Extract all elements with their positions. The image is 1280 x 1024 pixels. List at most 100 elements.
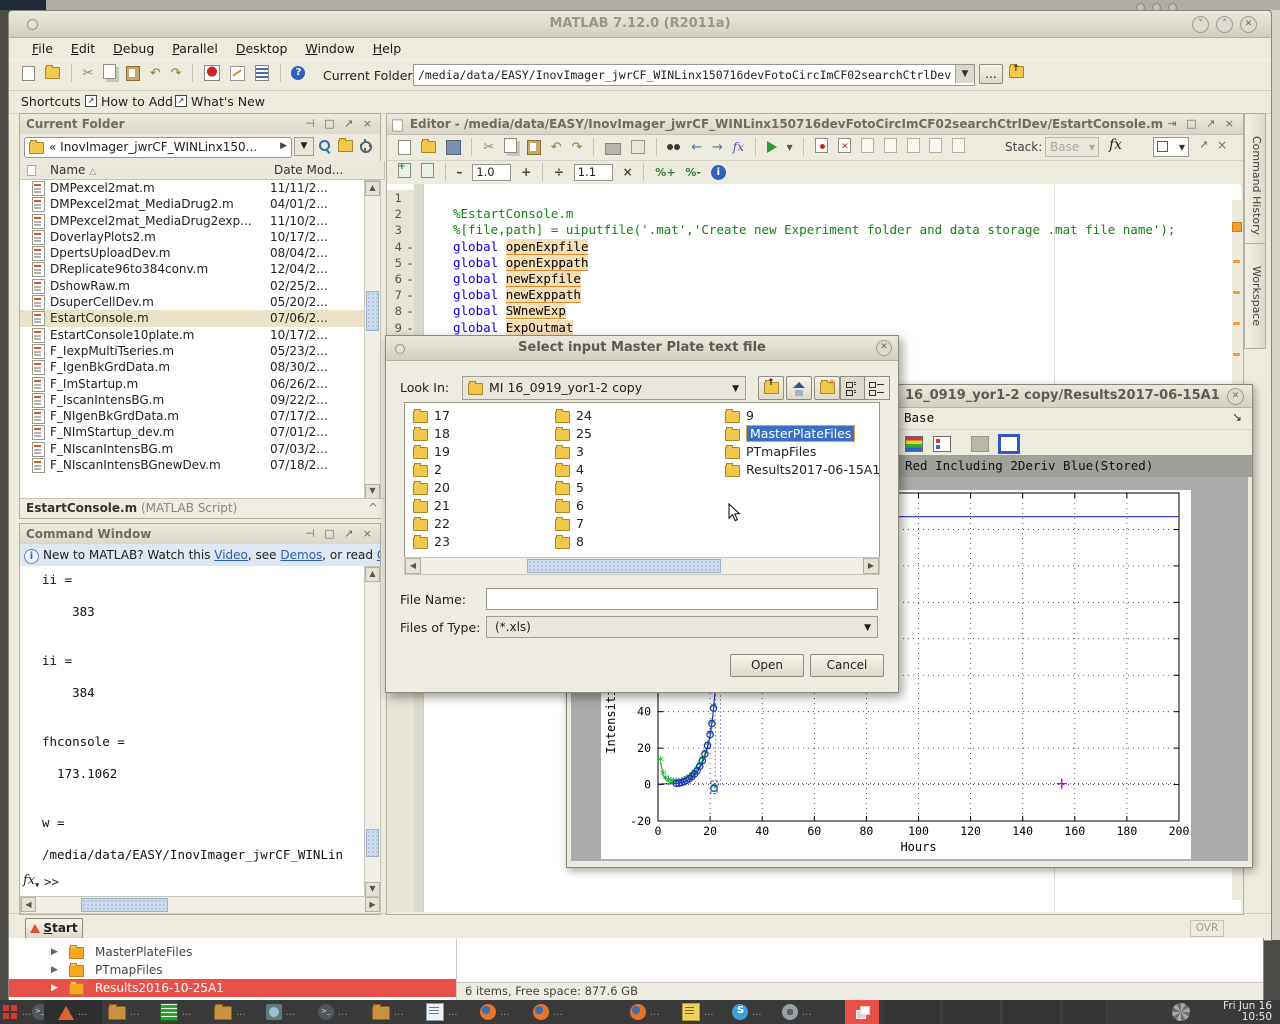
file-row[interactable]: DshowRaw.m02/25/2... <box>20 278 364 294</box>
dialog-folder-item[interactable]: 4 <box>555 461 715 479</box>
multiply-icon[interactable]: × <box>623 165 633 179</box>
figure-menu-arrow-icon[interactable]: ↘ <box>1232 410 1242 424</box>
taskbar-item-folder[interactable]: ... <box>108 1000 140 1024</box>
cut-icon[interactable]: ✂ <box>483 140 494 155</box>
dialog-folder-item[interactable]: PTmapFiles <box>725 443 880 461</box>
run-icon[interactable] <box>767 141 777 153</box>
file-row[interactable]: DoverlayPlots2.m10/17/2... <box>20 229 364 245</box>
menu-desktop[interactable]: Desktop <box>227 38 297 59</box>
minimize-button[interactable]: ˅ <box>1192 16 1209 33</box>
insert-cell-divider-icon[interactable] <box>421 163 434 181</box>
dialog-folder-item[interactable]: 9 <box>725 407 880 425</box>
tab-workspace[interactable]: Workspace <box>1244 243 1266 349</box>
expander-icon[interactable]: ▶ <box>51 979 58 997</box>
close-panel-icon[interactable]: × <box>363 117 375 130</box>
start-button[interactable]: Start <box>25 918 83 939</box>
dialog-folder-item[interactable]: 18 <box>413 425 543 443</box>
dialog-folder-item[interactable]: 25 <box>555 425 715 443</box>
taskbar-item-folder[interactable]: ... <box>214 1000 246 1024</box>
undo-icon[interactable]: ↶ <box>150 66 161 81</box>
new-folder-button[interactable]: * <box>814 376 840 400</box>
file-row[interactable]: DMPexcel2mat_MediaDrug2.m04/01/2... <box>20 196 364 212</box>
divide-value-field[interactable]: 1.1 <box>574 164 613 181</box>
colormap-icon[interactable] <box>905 436 923 452</box>
save-icon[interactable] <box>446 140 461 155</box>
dialog-folder-list[interactable]: 171819220212223 2425345678 9MasterPlateF… <box>404 402 880 558</box>
copy-icon[interactable] <box>504 138 517 156</box>
up-folder-icon[interactable] <box>338 140 353 155</box>
home-button[interactable] <box>786 376 812 400</box>
taskbar-item-text-doc[interactable]: ... <box>682 1000 714 1024</box>
colorbar-icon[interactable] <box>998 434 1020 454</box>
restore-icon[interactable]: □ <box>324 527 337 540</box>
line-number[interactable]: 9- <box>387 320 414 336</box>
dialog-folder-item[interactable]: 24 <box>555 407 715 425</box>
dialog-folder-item[interactable]: 2 <box>413 461 543 479</box>
undock-icon[interactable]: ↗ <box>344 527 356 540</box>
step-in-icon[interactable] <box>884 138 897 156</box>
split-screen-selector[interactable]: ▼ <box>1153 137 1189 157</box>
guide-icon[interactable] <box>230 66 245 81</box>
line-number[interactable]: 1 <box>387 190 414 206</box>
cell-info-icon[interactable]: i <box>711 165 726 180</box>
command-window-header[interactable]: Command Window ⊣ □ ↗ × <box>20 524 380 545</box>
detail-collapse-icon[interactable]: ^ <box>368 499 378 518</box>
taskbar-item-windows-red[interactable] <box>845 1000 879 1024</box>
file-row[interactable]: F_ImStartup.m06/26/2... <box>20 376 364 392</box>
tree-row[interactable]: ▶PTmapFiles <box>9 961 456 979</box>
undo-icon[interactable]: ↶ <box>551 140 562 155</box>
help-icon[interactable]: ? <box>291 66 305 80</box>
zoom-value-field[interactable]: 1.0 <box>472 164 511 181</box>
legend-icon[interactable] <box>933 436 951 452</box>
cf-vscrollbar[interactable]: ▲ ▼ <box>364 180 381 500</box>
browse-folder-button[interactable]: ... <box>979 64 1003 84</box>
code-area[interactable]: %EstartConsole.m%[file,path] = uiputfile… <box>453 190 1175 336</box>
file-row[interactable]: F_NIscanIntensBG.m07/03/2... <box>20 441 364 457</box>
taskbar-item-terminal[interactable]: ... <box>318 1000 348 1024</box>
dock-icon[interactable]: ⊣ <box>305 527 318 540</box>
back-icon[interactable]: ← <box>691 140 702 155</box>
file-row[interactable]: DpertsUploadDev.m08/04/2... <box>20 245 364 261</box>
file-row[interactable]: EstartConsole10plate.m10/17/2... <box>20 327 364 343</box>
dock-icon[interactable]: ⇥ <box>1167 117 1179 130</box>
grid-view-button[interactable] <box>840 376 865 400</box>
redo-icon[interactable]: ↷ <box>571 140 582 155</box>
fx-indicator[interactable]: fx▾ <box>23 873 39 890</box>
close-panel-icon[interactable]: × <box>363 527 375 540</box>
taskbar-item-blue-s[interactable]: ... <box>732 1000 762 1024</box>
taskbar-item-folder[interactable]: ... <box>372 1000 404 1024</box>
dialog-folder-item[interactable]: 6 <box>555 497 715 515</box>
cw-vscrollbar[interactable]: ▲ ▼ <box>364 566 381 898</box>
file-row[interactable]: F_IgenBkGrdData.m08/30/2... <box>20 359 364 375</box>
cf-detail-bar[interactable]: EstartConsole.m (MATLAB Script) ^ <box>20 498 386 518</box>
file-name-input[interactable] <box>486 588 878 610</box>
profiler-icon[interactable] <box>255 65 269 81</box>
taskbar-item-photos[interactable]: ... <box>266 1000 296 1024</box>
taskbar-item-firefox[interactable]: ... <box>480 1000 510 1024</box>
dialog-folder-item[interactable]: 22 <box>413 515 543 533</box>
taskbar-item-matlab[interactable]: ... <box>44 1000 102 1024</box>
fx-find-icon[interactable]: fx <box>1109 137 1122 153</box>
taskbar-item-firefox[interactable]: ... <box>533 1000 563 1024</box>
paste-icon[interactable] <box>527 140 541 155</box>
analyzer-warning-tick[interactable] <box>1233 291 1240 294</box>
dialog-folder-item[interactable]: 20 <box>413 479 543 497</box>
line-number[interactable]: 3 <box>387 222 414 238</box>
up-folder-icon[interactable]: ↑ <box>1009 66 1024 81</box>
taskbar-clock[interactable]: Fri Jun 16 10:50 <box>1198 1001 1272 1023</box>
tab-command-history[interactable]: Command History <box>1244 113 1266 259</box>
divide-icon[interactable]: ÷ <box>554 165 564 179</box>
close-button[interactable]: ✕ <box>1240 16 1257 33</box>
figure-menu-base[interactable]: Base <box>904 410 934 425</box>
matlab-titlebar[interactable]: MATLAB 7.12.0 (R2011a) ˅ ˄ ✕ <box>9 11 1271 38</box>
expander-icon[interactable]: ▶ <box>51 943 58 961</box>
line-number[interactable]: 4- <box>387 239 414 255</box>
file-row[interactable]: F_IscanIntensBG.m09/22/2... <box>20 392 364 408</box>
fx-icon[interactable]: fx <box>733 140 744 154</box>
open-file-icon[interactable] <box>45 67 60 79</box>
expander-icon[interactable]: ▶ <box>51 961 58 979</box>
dialog-hscrollbar[interactable]: ◀ ▶ <box>404 557 880 575</box>
line-number[interactable]: 2 <box>387 206 414 222</box>
cut-icon[interactable]: ✂ <box>82 66 93 81</box>
file-row[interactable]: DMPexcel2mat_MediaDrug2exp...11/10/2... <box>20 213 364 229</box>
